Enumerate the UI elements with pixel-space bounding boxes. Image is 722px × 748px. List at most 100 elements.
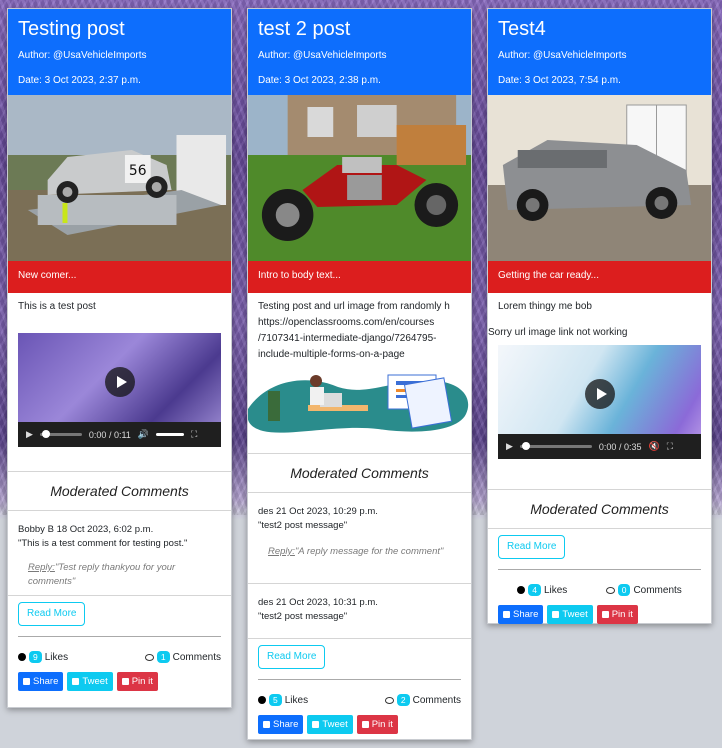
comment-icon	[384, 697, 394, 704]
share-buttons: Share Tweet Pin it	[248, 715, 471, 734]
comments-label: Comments	[172, 652, 221, 663]
play-icon[interactable]	[104, 367, 135, 398]
facebook-share-button[interactable]: Share	[498, 605, 544, 624]
tweet-button[interactable]: Tweet	[307, 715, 353, 734]
post-image-race-car-on-trailer: 56	[8, 95, 231, 261]
play-icon[interactable]: ▶	[506, 441, 513, 452]
post-body: This is a test post	[18, 301, 96, 312]
comment-icon	[144, 654, 154, 661]
comment-text: "This is a test comment for testing post…	[18, 538, 188, 549]
svg-text:56: 56	[129, 163, 147, 179]
post-image-silver-convertible	[488, 95, 711, 261]
comments-count: 2	[396, 694, 410, 706]
comments-count: 0	[617, 584, 631, 596]
share-buttons: Share Tweet Pin it	[488, 605, 711, 624]
heart-icon[interactable]	[258, 696, 266, 704]
video-player[interactable]: ▶ 0:00 / 0:11 🔊 ⛶	[18, 333, 221, 447]
likes-label: Likes	[284, 695, 309, 706]
tweet-button[interactable]: Tweet	[67, 672, 113, 691]
post-author: Author: @UsaVehicleImports	[18, 50, 147, 61]
post-card: test 2 post Author: @UsaVehicleImports D…	[247, 8, 472, 740]
comment-author: Bobby B	[18, 524, 54, 535]
comment: des 21 Oct 2023, 10:29 p.m. "test2 post …	[248, 493, 471, 533]
heart-icon[interactable]	[18, 653, 26, 661]
comments-heading: Moderated Comments	[248, 453, 471, 493]
fullscreen-icon[interactable]: ⛶	[667, 441, 673, 452]
twitter-icon	[552, 611, 560, 618]
post-card: Testing post Author: @UsaVehicleImports …	[7, 8, 232, 708]
share-buttons: Share Tweet Pin it	[8, 672, 231, 691]
post-stats: 4 Likes 0 Comments	[488, 584, 711, 598]
post-title[interactable]: test 2 post	[258, 15, 461, 43]
likes-count: 5	[269, 694, 282, 706]
likes-count: 9	[29, 651, 42, 663]
read-more-button[interactable]: Read More	[18, 602, 86, 626]
pin-it-button[interactable]: Pin it	[356, 715, 398, 734]
post-stats: 9 Likes 1 Comments	[8, 651, 231, 665]
video-progress[interactable]	[39, 430, 82, 438]
comment-reply: Reply:"A reply message for the comment"	[248, 533, 471, 583]
comment: des 21 Oct 2023, 10:31 p.m. "test2 post …	[248, 584, 471, 624]
post-title[interactable]: Test4	[498, 15, 701, 43]
pinterest-icon	[601, 611, 609, 618]
post-excerpt: New comer...	[8, 261, 231, 293]
video-progress[interactable]	[519, 442, 592, 450]
comment-author: des	[258, 506, 274, 517]
read-more-button[interactable]: Read More	[498, 535, 566, 559]
facebook-icon	[503, 611, 510, 618]
comment-author: des	[258, 597, 274, 608]
comment-icon	[605, 587, 615, 594]
post-stats: 5 Likes 2 Comments	[248, 694, 471, 708]
post-title[interactable]: Testing post	[18, 15, 221, 43]
comment-reply: Reply:"Test reply thankyou for your comm…	[8, 551, 231, 595]
post-author: Author: @UsaVehicleImports	[498, 50, 627, 61]
twitter-icon	[72, 678, 80, 685]
post-excerpt: Intro to body text...	[248, 261, 471, 293]
post-header: test 2 post Author: @UsaVehicleImports D…	[248, 9, 471, 95]
comment-date: 18 Oct 2023, 6:02 p.m.	[56, 524, 154, 535]
comments-label: Comments	[633, 585, 682, 596]
post-image-motorcycle-trike	[248, 95, 471, 261]
post-body: Lorem thingy me bob	[498, 301, 592, 312]
comments-label: Comments	[412, 695, 461, 706]
mute-icon[interactable]: 🔇	[648, 441, 659, 452]
tweet-button[interactable]: Tweet	[547, 605, 593, 624]
post-body-note: Sorry url image link not working	[488, 327, 628, 338]
reply-label: Reply:	[268, 546, 295, 557]
post-illustration-person-at-laptop	[248, 374, 469, 433]
comments-count: 1	[156, 651, 170, 663]
pin-it-button[interactable]: Pin it	[596, 605, 638, 624]
post-author: Author: @UsaVehicleImports	[258, 50, 387, 61]
heart-icon[interactable]	[517, 586, 526, 594]
post-header: Test4 Author: @UsaVehicleImports Date: 3…	[488, 9, 711, 95]
comment-text: "test2 post message"	[258, 520, 348, 531]
video-time: 0:00 / 0:35	[598, 441, 642, 452]
comment: Bobby B 18 Oct 2023, 6:02 p.m. "This is …	[8, 511, 231, 551]
video-controls: ▶ 0:00 / 0:11 🔊 ⛶	[18, 422, 221, 447]
reply-label: Reply:	[28, 562, 55, 573]
post-header: Testing post Author: @UsaVehicleImports …	[8, 9, 231, 95]
reply-text: "A reply message for the comment"	[294, 546, 444, 557]
pin-it-button[interactable]: Pin it	[116, 672, 158, 691]
pinterest-icon	[361, 721, 369, 728]
video-player[interactable]: ▶ 0:00 / 0:35 🔇 ⛶	[498, 345, 701, 459]
volume-icon[interactable]: 🔊	[138, 429, 149, 440]
likes-label: Likes	[44, 652, 69, 663]
comments-heading: Moderated Comments	[8, 471, 231, 511]
facebook-share-button[interactable]: Share	[258, 715, 304, 734]
comment-date: 21 Oct 2023, 10:29 p.m.	[275, 506, 378, 517]
fullscreen-icon[interactable]: ⛶	[191, 429, 197, 440]
facebook-share-button[interactable]: Share	[18, 672, 64, 691]
volume-slider[interactable]	[156, 433, 185, 436]
facebook-icon	[263, 721, 270, 728]
post-body: Testing post and url image from randomly…	[258, 301, 450, 360]
read-more-button[interactable]: Read More	[258, 645, 326, 669]
video-time: 0:00 / 0:11	[88, 429, 131, 440]
play-icon[interactable]: ▶	[26, 429, 33, 440]
post-date: Date: 3 Oct 2023, 7:54 p.m.	[498, 75, 621, 86]
video-controls: ▶ 0:00 / 0:35 🔇 ⛶	[498, 434, 701, 459]
likes-count: 4	[528, 584, 541, 596]
pinterest-icon	[121, 678, 129, 685]
comments-heading: Moderated Comments	[488, 489, 711, 529]
play-icon[interactable]	[584, 379, 615, 410]
